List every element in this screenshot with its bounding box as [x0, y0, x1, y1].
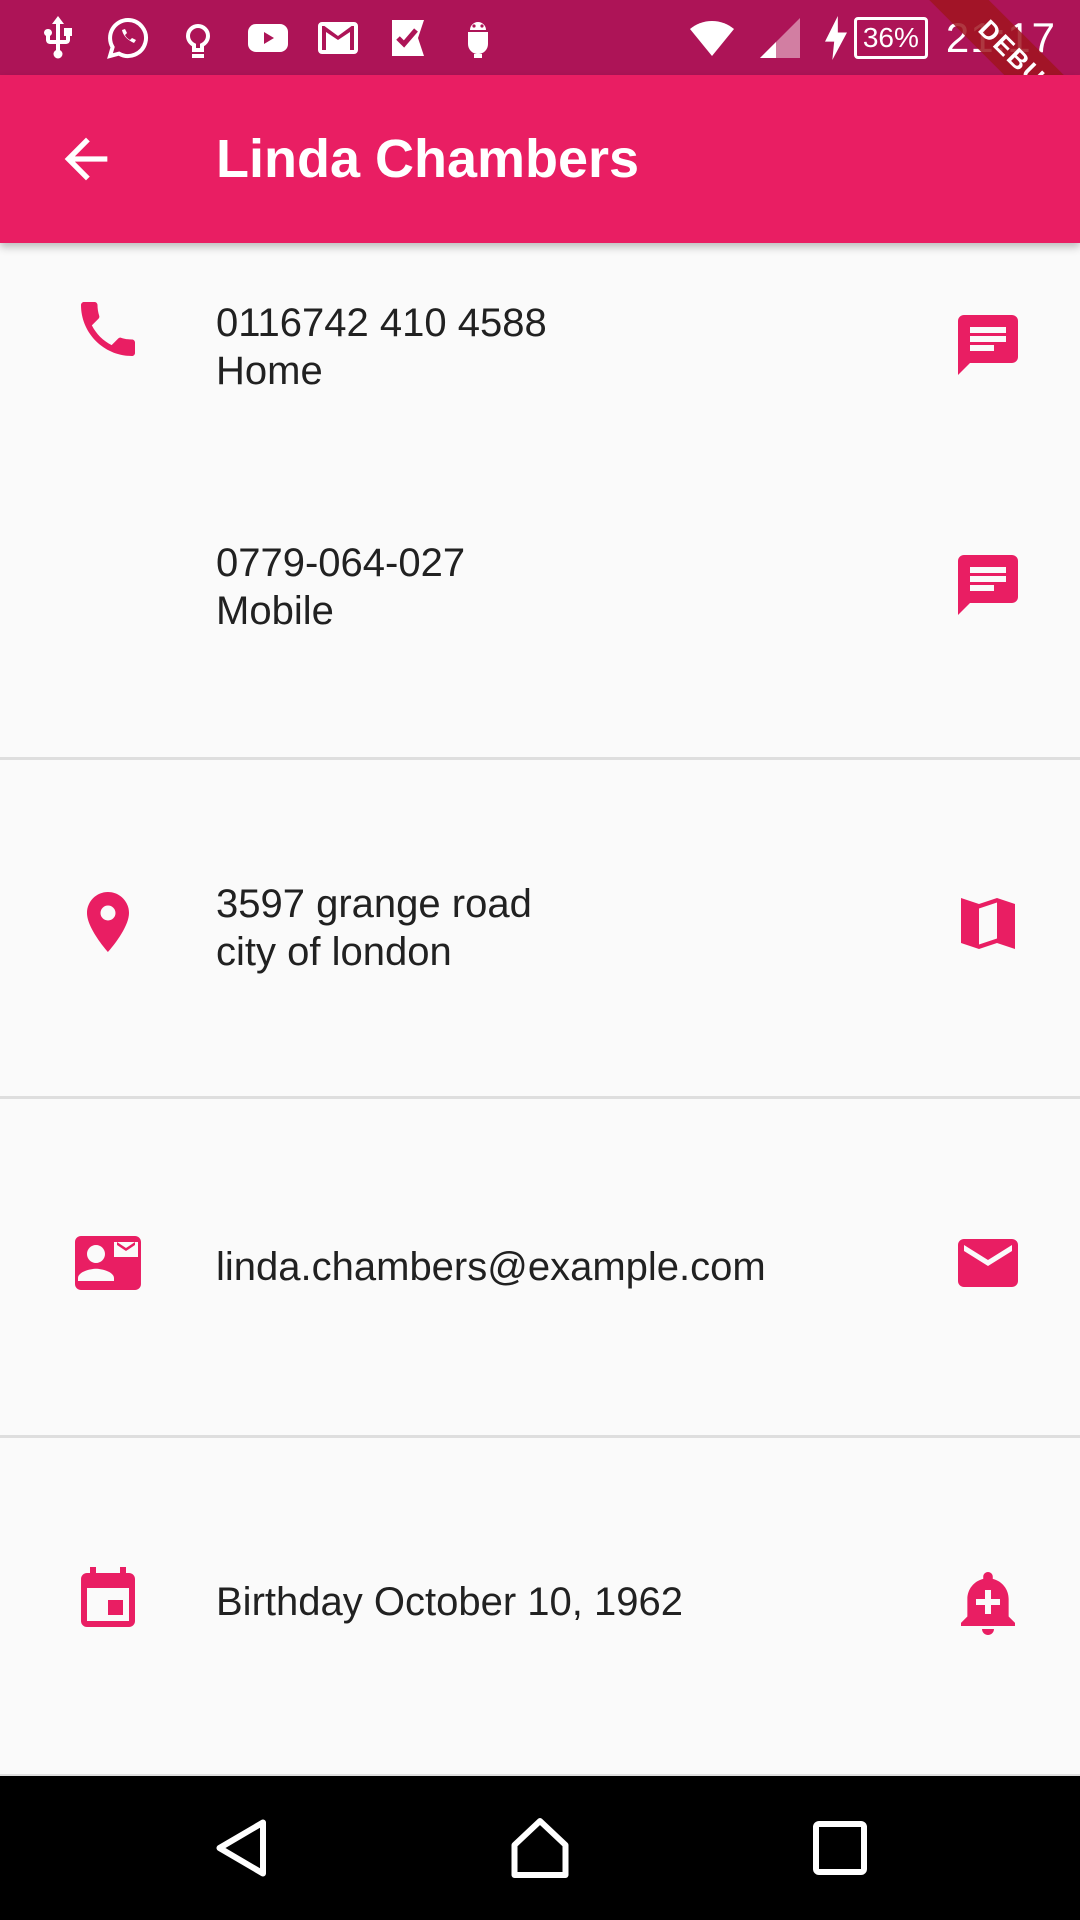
email-row[interactable]: linda.chambers@example.com	[0, 1099, 1080, 1435]
birthday-row[interactable]: Birthday October 10, 1962	[0, 1438, 1080, 1774]
charging-bolt-icon	[824, 16, 847, 60]
phone-home-row[interactable]: 0116742 410 4588 Home	[0, 243, 1080, 483]
gmail-icon	[318, 22, 358, 54]
address-line-2: city of london	[216, 930, 452, 974]
navigation-bar	[0, 1776, 1080, 1920]
message-icon[interactable]	[952, 309, 1024, 381]
email-icon[interactable]	[952, 1227, 1024, 1299]
nav-home-icon[interactable]	[504, 1812, 576, 1884]
phone-mobile-text: 0779-064-027 Mobile	[216, 539, 465, 635]
calendar-icon	[81, 1567, 135, 1627]
nav-back-icon[interactable]	[206, 1812, 278, 1884]
back-arrow-icon[interactable]	[54, 127, 118, 191]
whatsapp-icon	[107, 17, 148, 59]
contact-mail-icon	[75, 1236, 141, 1290]
cell-signal-icon	[759, 18, 800, 58]
battery-percent: 36%	[853, 17, 928, 59]
phone-type: Home	[216, 349, 323, 393]
page-title: Linda Chambers	[216, 129, 640, 189]
map-icon[interactable]	[952, 886, 1024, 958]
notification-icons	[34, 14, 502, 62]
phone-number: 0116742 410 4588	[216, 301, 547, 345]
bell-add-icon[interactable]	[952, 1566, 1024, 1638]
android-icon	[468, 22, 488, 58]
wifi-icon	[689, 21, 734, 56]
task-check-icon	[392, 20, 424, 56]
address-text: 3597 grange road city of london	[216, 880, 532, 976]
nav-recents-icon[interactable]	[804, 1812, 876, 1884]
address-row[interactable]: 3597 grange road city of london	[0, 760, 1080, 1096]
phone-home-text: 0116742 410 4588 Home	[216, 299, 547, 395]
status-bar: 36% 21:17 DEBUG	[0, 0, 1080, 154]
phone-icon	[81, 302, 135, 356]
birthday-text: Birthday October 10, 1962	[216, 1580, 683, 1624]
location-pin-icon	[87, 892, 129, 952]
contact-details: 0116742 410 4588 Home 0779-064-027 Mobil…	[0, 243, 1080, 1777]
phone-type: Mobile	[216, 589, 334, 633]
message-icon[interactable]	[952, 549, 1024, 621]
phone-mobile-row[interactable]: 0779-064-027 Mobile	[0, 483, 1080, 723]
email-text: linda.chambers@example.com	[216, 1245, 766, 1289]
battery-indicator: 36%	[822, 16, 928, 60]
phone-number: 0779-064-027	[216, 541, 466, 585]
usb-icon	[44, 16, 72, 59]
app-bar: Linda Chambers	[0, 75, 1080, 243]
address-line-1: 3597 grange road	[216, 882, 532, 926]
youtube-icon	[248, 24, 288, 52]
bulb-icon	[185, 24, 211, 58]
